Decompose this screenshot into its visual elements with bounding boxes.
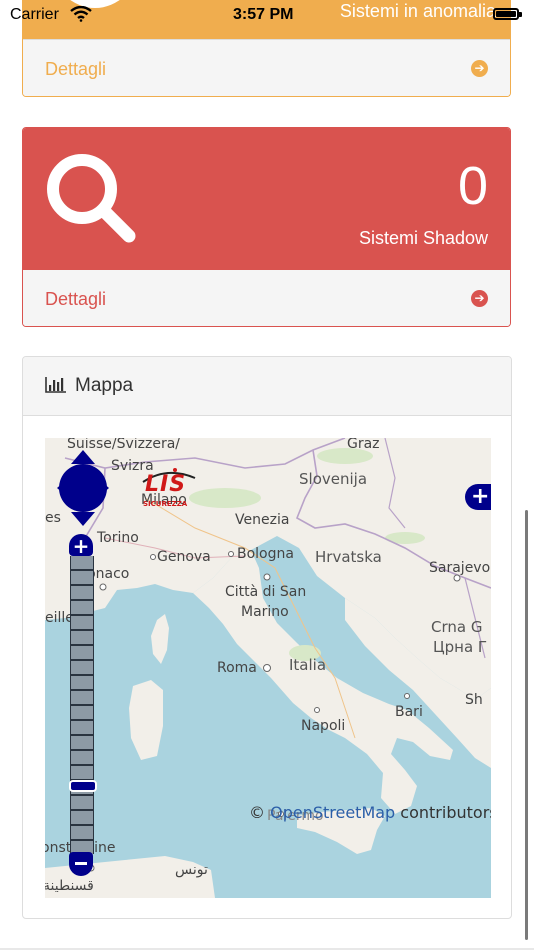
anomaly-details-link[interactable]: Dettagli ➔ xyxy=(23,39,510,96)
minus-icon xyxy=(75,862,87,865)
shadow-details-link[interactable]: Dettagli ➔ xyxy=(23,269,510,326)
map-label: Genova xyxy=(157,549,211,565)
pan-left-button[interactable] xyxy=(57,476,73,500)
zoom-slider-track[interactable] xyxy=(70,556,94,854)
map-title: Mappa xyxy=(75,375,134,396)
scrollbar[interactable] xyxy=(525,510,528,940)
shadow-panel: 0 Sistemi Shadow Dettagli ➔ xyxy=(22,127,511,327)
zoom-control: + xyxy=(69,534,97,879)
map-label: Hrvatska xyxy=(315,548,382,566)
shadow-label: Sistemi Shadow xyxy=(358,228,488,248)
map-label: Torino xyxy=(97,530,139,546)
map-label: تونس xyxy=(175,862,208,878)
map-label: Venezia xyxy=(235,512,290,528)
map-panel-header: Mappa xyxy=(23,357,511,416)
arrow-circle-right-icon: ➔ xyxy=(471,290,488,307)
pan-right-button[interactable] xyxy=(93,476,109,500)
anomaly-details-label: Dettagli xyxy=(45,59,107,79)
map-label: Roma xyxy=(217,660,257,676)
zoom-slider-handle[interactable] xyxy=(69,780,97,792)
shadow-details-label: Dettagli xyxy=(45,289,107,309)
clock: 3:57 PM xyxy=(233,6,294,23)
status-bar: Carrier 3:57 PM xyxy=(0,0,534,30)
arrow-circle-right-icon: ➔ xyxy=(471,60,488,77)
plus-icon: + xyxy=(471,484,490,509)
wifi-icon xyxy=(70,5,92,27)
map-label: Bologna xyxy=(237,546,294,562)
map-label: Città di San xyxy=(225,584,307,600)
map-label: Sarajevo xyxy=(429,560,491,576)
search-icon xyxy=(43,150,141,253)
shadow-count: 0 xyxy=(457,156,488,216)
map-label: Crna G xyxy=(431,618,483,636)
lis-logo-marker[interactable]: LIS SICUREZZA xyxy=(137,468,201,512)
battery-icon xyxy=(493,8,522,20)
map-label: Slovenija xyxy=(299,470,368,488)
carrier-label: Carrier xyxy=(10,6,59,23)
map-tiles xyxy=(45,438,491,898)
map-label: قسنطينة xyxy=(45,878,94,894)
map-panel: Mappa Suisse/Svizzera/ Svizra Graz Slove… xyxy=(22,356,512,919)
bar-chart-icon xyxy=(45,377,67,398)
map-label: Црна Г xyxy=(433,638,488,656)
logo-text: LIS xyxy=(145,472,187,497)
openstreetmap-link[interactable]: OpenStreetMap xyxy=(270,803,395,822)
logo-subtext: SICUREZZA xyxy=(143,500,188,508)
map-label: Bari xyxy=(395,704,423,720)
map-label: Napoli xyxy=(301,718,346,734)
shadow-panel-header: 0 Sistemi Shadow xyxy=(23,128,510,269)
pan-up-button[interactable] xyxy=(71,450,95,466)
zoom-out-button[interactable] xyxy=(69,852,93,876)
layer-switcher-button[interactable]: + xyxy=(465,484,491,510)
pan-down-button[interactable] xyxy=(71,510,95,526)
zoom-in-button[interactable]: + xyxy=(69,534,93,558)
pan-control xyxy=(57,450,109,526)
map-label: Sh xyxy=(465,692,483,708)
map-attribution: © OpenStreetMap contributors xyxy=(249,803,491,822)
map-label: Marino xyxy=(241,604,289,620)
map-label: Italia xyxy=(289,656,327,674)
map-label: Graz xyxy=(347,438,380,452)
map-view[interactable]: Suisse/Svizzera/ Svizra Graz Slovenija M… xyxy=(45,438,491,898)
